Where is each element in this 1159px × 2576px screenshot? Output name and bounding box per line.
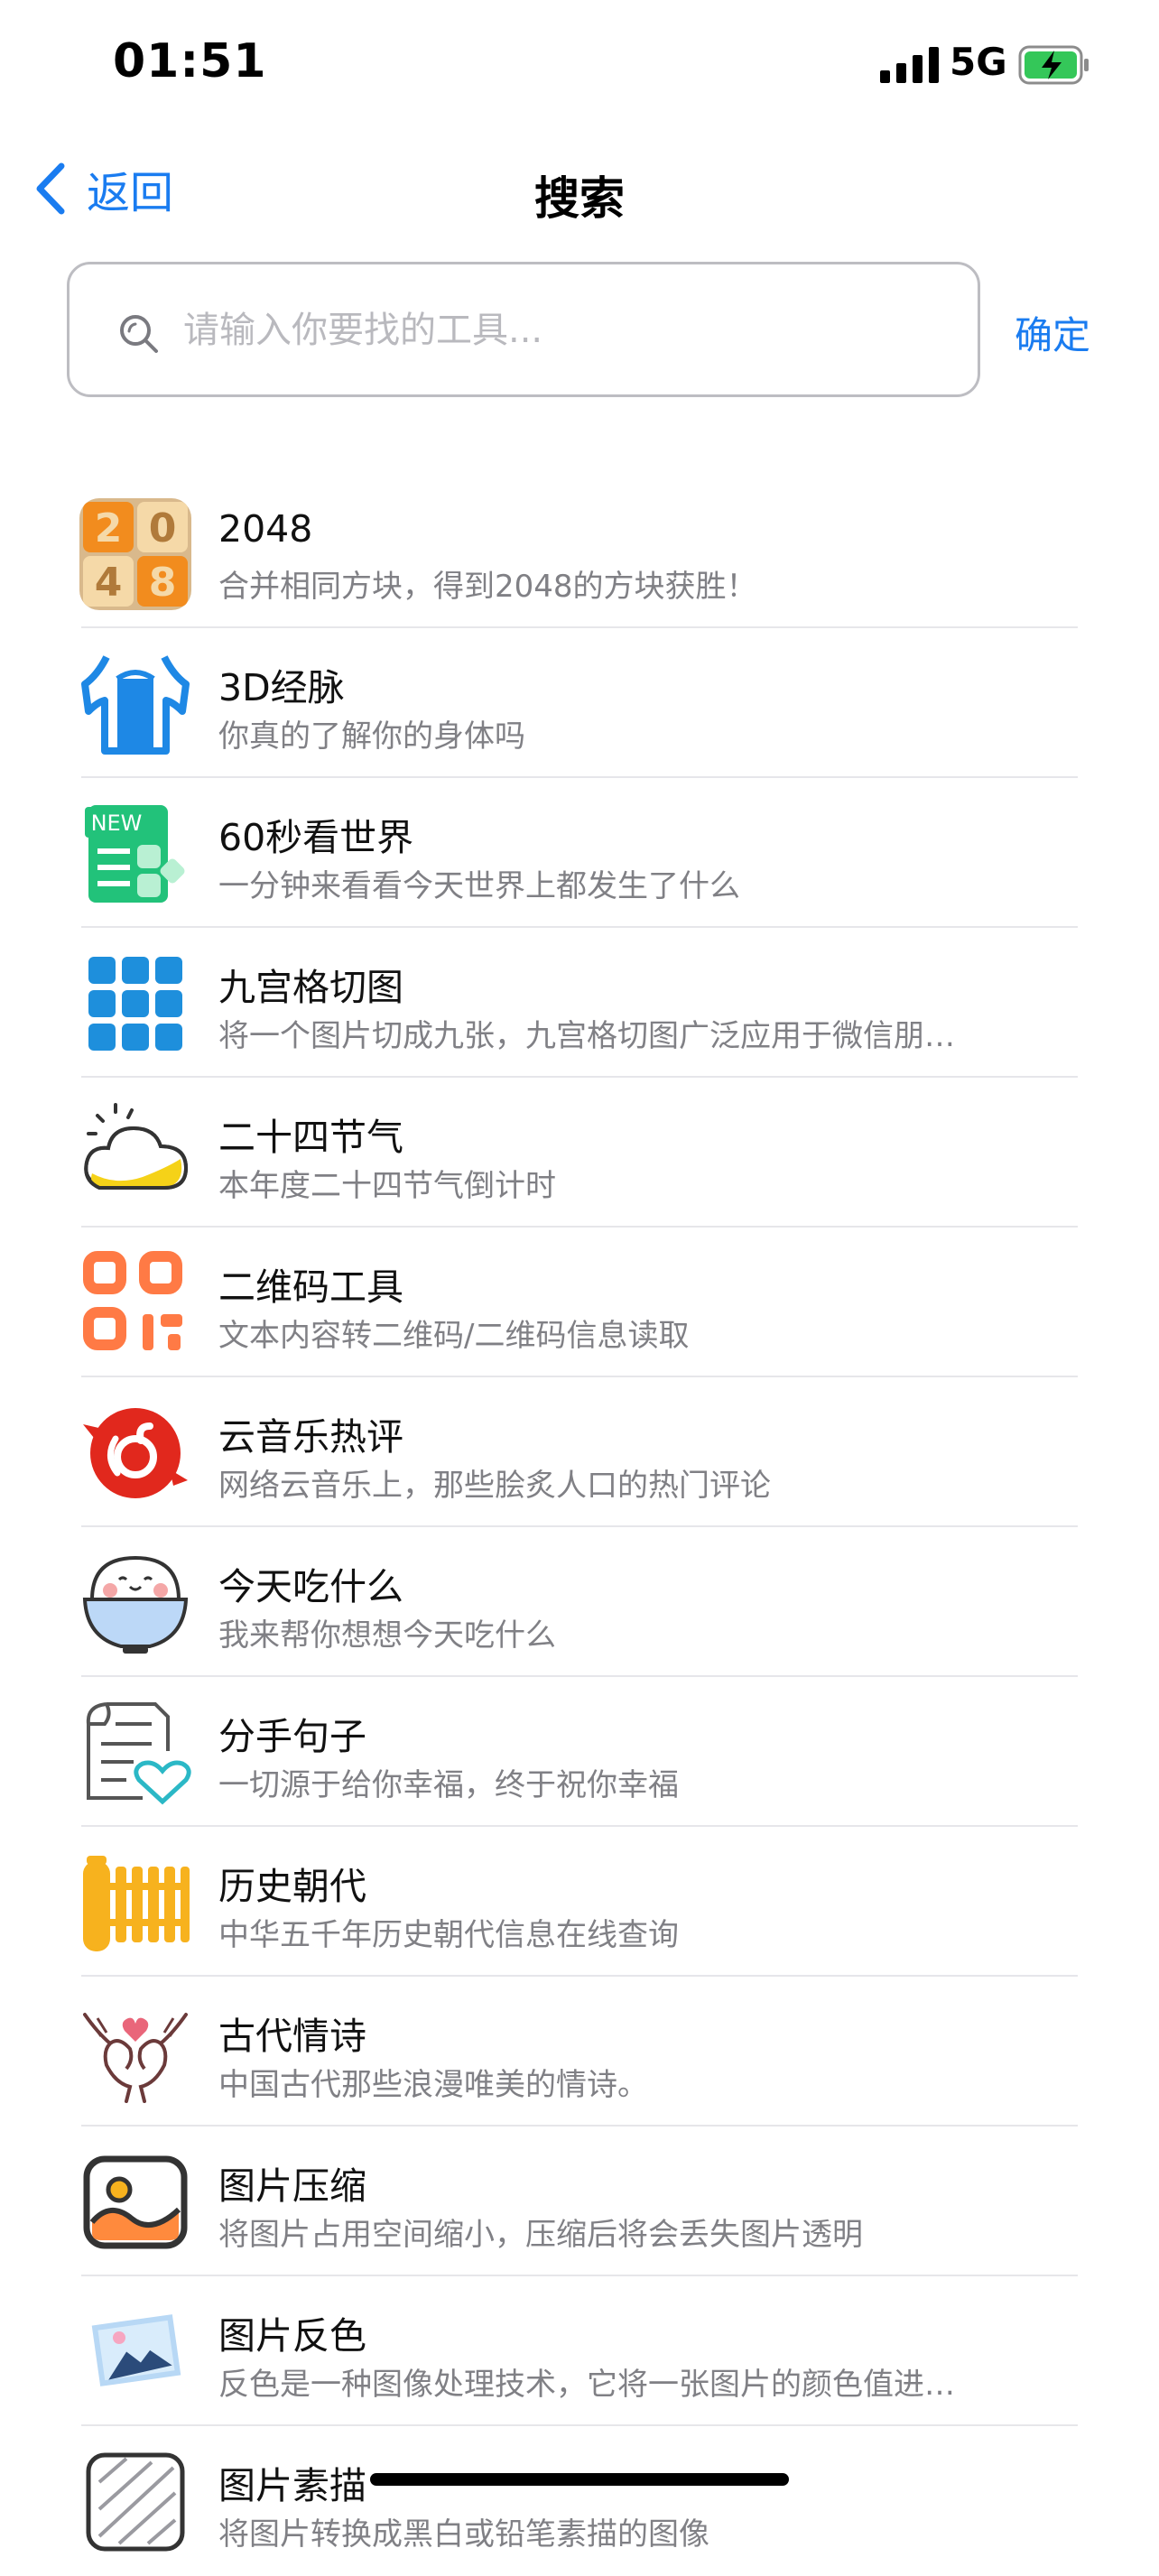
- tool-title: 九宫格切图: [218, 966, 403, 1009]
- game-2048-icon: 2 0 4 8: [79, 498, 191, 610]
- new-badge: NEW: [91, 811, 143, 836]
- list-item[interactable]: 二维码工具 文本内容转二维码/二维码信息读取: [0, 1228, 1159, 1377]
- tool-title: 古代情诗: [218, 2015, 366, 2058]
- tool-description: 中华五千年历史朝代信息在线查询: [218, 1917, 679, 1953]
- search-box[interactable]: [67, 262, 980, 397]
- tool-title: 图片素描: [218, 2464, 366, 2507]
- signal-icon: [880, 47, 939, 83]
- page-title: 搜索: [534, 172, 625, 225]
- grid-cut-icon: [88, 957, 182, 1051]
- status-bar: 01:51 5G: [0, 0, 1159, 117]
- tool-description: 反色是一种图像处理技术，它将一张图片的颜色值进…: [218, 2367, 955, 2403]
- home-indicator[interactable]: [370, 2473, 789, 2486]
- list-item[interactable]: 分手句子 一切源于给你幸福，终于祝你幸福: [0, 1677, 1159, 1827]
- list-item[interactable]: 图片素描 将图片转换成黑白或铅笔素描的图像: [0, 2426, 1159, 2576]
- tool-title: 图片压缩: [218, 2164, 366, 2208]
- battery-charging-icon: [1018, 45, 1089, 85]
- weather-cloud-icon: [84, 1103, 189, 1191]
- confirm-button[interactable]: 确定: [1015, 305, 1090, 360]
- tool-description: 文本内容转二维码/二维码信息读取: [218, 1318, 690, 1354]
- qr-code-icon: [83, 1251, 182, 1350]
- tool-title: 今天吃什么: [218, 1565, 403, 1608]
- network-type: 5G: [950, 40, 1007, 84]
- svg-text:4: 4: [95, 560, 123, 606]
- image-invert-icon: [91, 2314, 181, 2386]
- list-item[interactable]: 图片反色 反色是一种图像处理技术，它将一张图片的颜色值进…: [0, 2276, 1159, 2426]
- tool-title: 2048: [218, 507, 313, 551]
- list-item[interactable]: 九宫格切图 将一个图片切成九张，九宫格切图广泛应用于微信朋…: [0, 928, 1159, 1078]
- tool-title: 云音乐热评: [218, 1415, 403, 1459]
- tool-title: 分手句子: [218, 1715, 366, 1758]
- list-item[interactable]: 古代情诗 中国古代那些浪漫唯美的情诗。: [0, 1977, 1159, 2127]
- bamboo-scroll-icon: [83, 1856, 190, 1951]
- svg-text:0: 0: [149, 505, 177, 551]
- image-compress-icon: [83, 2155, 188, 2249]
- tool-description: 本年度二十四节气倒计时: [218, 1168, 556, 1204]
- rice-bowl-icon: [82, 1555, 189, 1654]
- svg-text:8: 8: [149, 560, 177, 606]
- tool-title: 二维码工具: [218, 1265, 403, 1309]
- birds-heart-icon: [83, 2013, 188, 2103]
- music-comment-icon: [83, 1408, 188, 1498]
- news-icon: NEW: [85, 805, 185, 903]
- status-time: 01:51: [113, 34, 267, 88]
- tool-description: 将一个图片切成九张，九宫格切图广泛应用于微信朋…: [218, 1018, 955, 1054]
- tool-description: 一分钟来看看今天世界上都发生了什么: [218, 868, 740, 904]
- tool-title: 二十四节气: [218, 1116, 403, 1159]
- list-item[interactable]: 3D经脉 你真的了解你的身体吗: [0, 628, 1159, 778]
- tool-description: 将图片转换成黑白或铅笔素描的图像: [218, 2516, 709, 2553]
- list-item[interactable]: 图片压缩 将图片占用空间缩小，压缩后将会丢失图片透明: [0, 2127, 1159, 2276]
- body-meridian-icon: [81, 655, 190, 755]
- list-item[interactable]: 历史朝代 中华五千年历史朝代信息在线查询: [0, 1827, 1159, 1977]
- document-heart-icon: [86, 1702, 191, 1805]
- list-item[interactable]: NEW 60秒看世界 一分钟来看看今天世界上都发生了什么: [0, 778, 1159, 928]
- tool-description: 将图片占用空间缩小，压缩后将会丢失图片透明: [218, 2217, 863, 2253]
- list-item[interactable]: 今天吃什么 我来帮你想想今天吃什么: [0, 1527, 1159, 1677]
- tool-description: 网络云音乐上，那些脍炙人口的热门评论: [218, 1468, 771, 1504]
- tool-title: 60秒看世界: [218, 816, 414, 859]
- navigation-bar: 返回 搜索: [0, 144, 1159, 235]
- tool-list: 2 0 4 8 2048 合并相同方块，得到2048的方块获胜！ 3D经脉 你真…: [0, 478, 1159, 2576]
- svg-text:2: 2: [95, 505, 123, 551]
- search-input[interactable]: [181, 264, 961, 396]
- tool-description: 一切源于给你幸福，终于祝你幸福: [218, 1767, 679, 1803]
- list-item[interactable]: 2 0 4 8 2048 合并相同方块，得到2048的方块获胜！: [0, 478, 1159, 628]
- list-item[interactable]: 二十四节气 本年度二十四节气倒计时: [0, 1078, 1159, 1228]
- tool-title: 图片反色: [218, 2314, 366, 2358]
- list-item[interactable]: 云音乐热评 网络云音乐上，那些脍炙人口的热门评论: [0, 1377, 1159, 1527]
- tool-title: 历史朝代: [218, 1865, 366, 1908]
- tool-description: 你真的了解你的身体吗: [218, 718, 525, 755]
- tool-description: 合并相同方块，得到2048的方块获胜！: [218, 569, 757, 605]
- tool-description: 中国古代那些浪漫唯美的情诗。: [218, 2067, 648, 2103]
- search-icon: [120, 315, 158, 353]
- tool-title: 3D经脉: [218, 666, 345, 709]
- image-sketch-icon: [86, 2452, 185, 2552]
- tool-description: 我来帮你想想今天吃什么: [218, 1617, 556, 1654]
